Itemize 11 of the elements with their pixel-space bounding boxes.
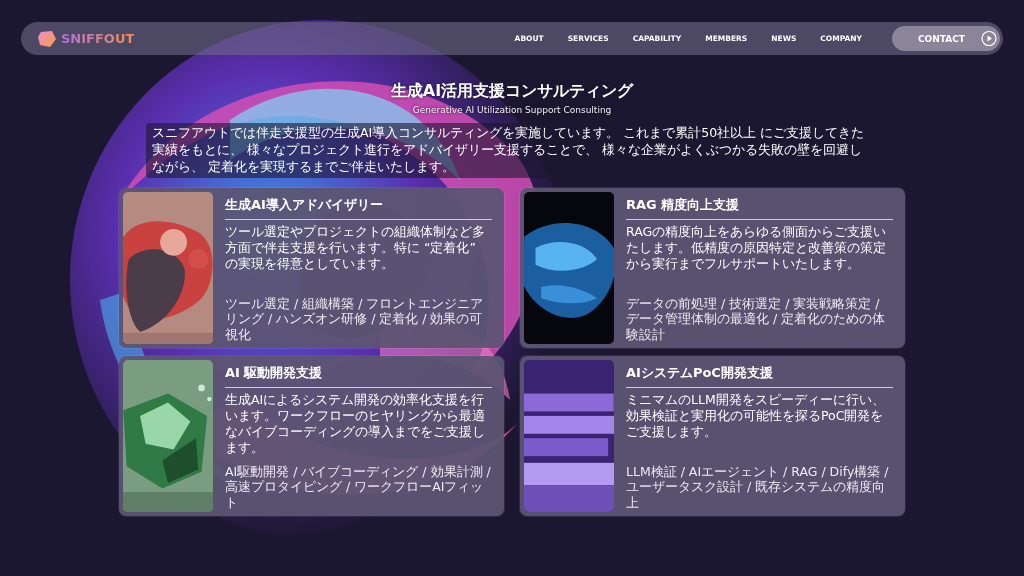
card-title: AIシステムPoC開発支援 bbox=[626, 363, 774, 382]
contact-button[interactable]: CONTACT bbox=[892, 26, 1000, 51]
card-title: RAG 精度向上支援 bbox=[626, 195, 741, 214]
logo-icon[interactable] bbox=[37, 28, 57, 49]
play-icon bbox=[980, 30, 997, 47]
service-card[interactable]: RAG 精度向上支援 RAGの精度向上をあらゆる側面からご支援いたします。低精度の原因特定と改善策の策定から実行までフルサポートいたします。 データの前処理 / 技術選定 / 実装戦略策定 / データ管理体制の最適化 / 定着化のための体験設計 bbox=[520, 187, 905, 348]
card-description: ミニマムのLLM開発をスピーディーに行い、効果検証と実用化の可能性を探るPoC開発をご支援します。 bbox=[626, 391, 886, 441]
card-tags: データの前処理 / 技術選定 / 実装戦略策定 / データ管理体制の最適化 / 定着化のための体験設計 bbox=[626, 295, 893, 343]
card-description: RAGの精度向上をあらゆる側面からご支援いたします。低精度の原因特定と改善策の策定から実行までフルサポートいたします。 bbox=[626, 223, 888, 273]
card-tags: LLM検証 / AIエージェント / RAG / Dify構築 / ユーザータスク設計 / 既存システムの精度向上 bbox=[626, 463, 893, 511]
service-card[interactable]: AIシステムPoC開発支援 ミニマムのLLM開発をスピーディーに行い、効果検証と実用化の可能性を探るPoC開発をご支援します。 LLM検証 / AIエージェント / RAG / Dify構築 / ユーザータスク設計 / 既存システムの精度向上 bbox=[520, 355, 905, 516]
